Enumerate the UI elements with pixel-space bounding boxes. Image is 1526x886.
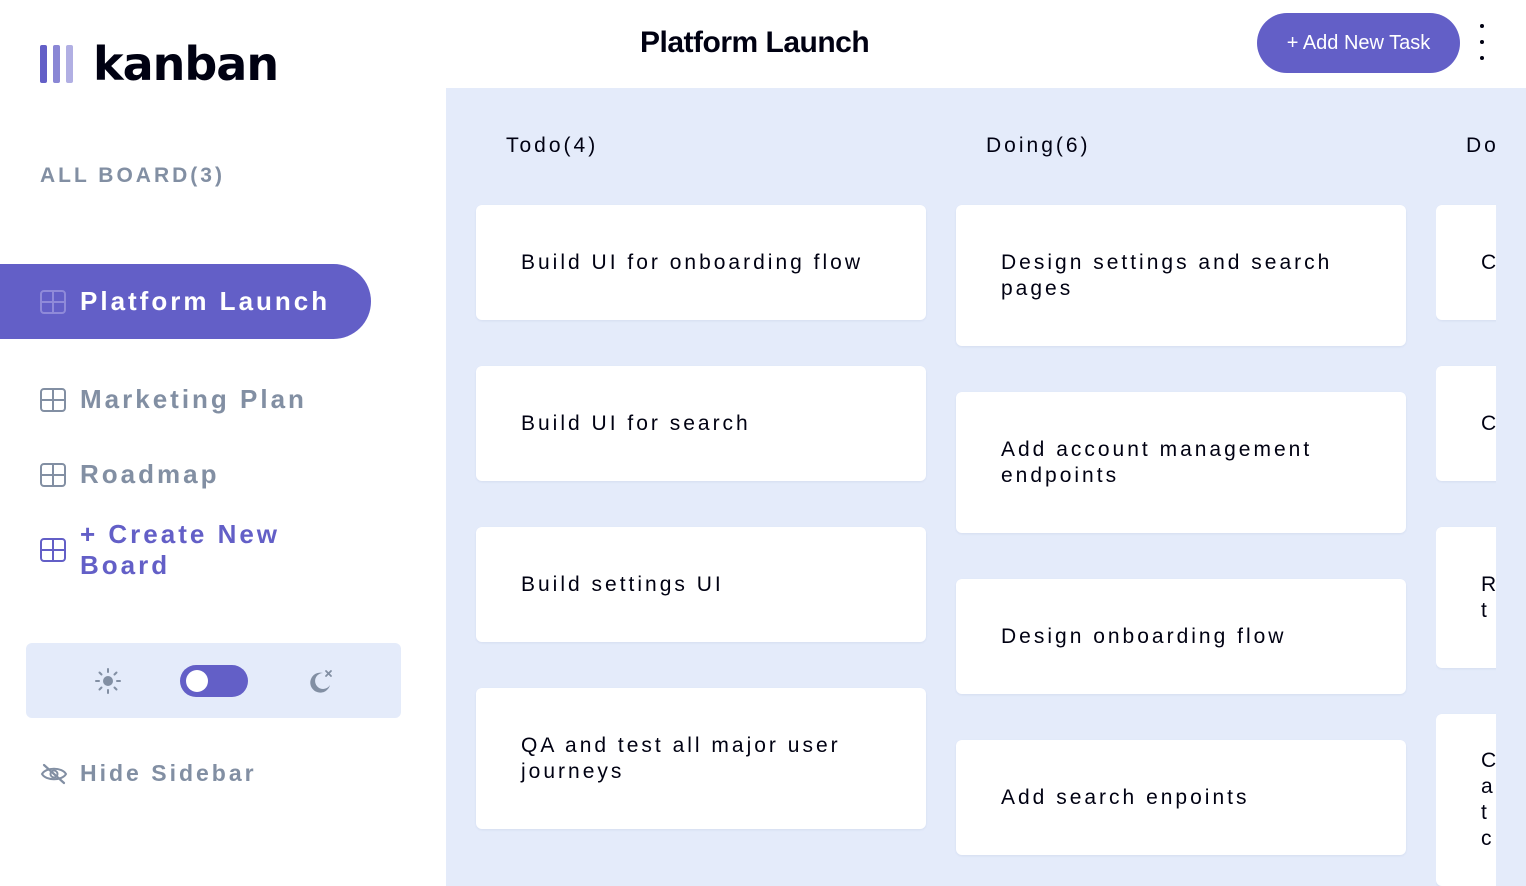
task-card[interactable]: Design settings and search pages bbox=[956, 205, 1406, 346]
board-icon bbox=[40, 537, 66, 562]
sidebar: kanban ALL BOARD(3) Platform Launch Mark… bbox=[0, 0, 446, 886]
task-card[interactable]: Build UI for onboarding flow bbox=[476, 205, 926, 320]
task-title: Build UI for onboarding flow bbox=[521, 250, 863, 274]
sidebar-item-label: Marketing Plan bbox=[80, 384, 307, 414]
column-title: Doing(6) bbox=[986, 134, 1091, 157]
sun-icon bbox=[94, 667, 121, 694]
task-card[interactable]: QA and test all major user journeys bbox=[476, 688, 926, 829]
task-card[interactable]: C bbox=[1436, 366, 1496, 481]
task-title: Build settings UI bbox=[521, 572, 724, 596]
sidebar-item-platform-launch[interactable]: Platform Launch bbox=[0, 264, 371, 339]
task-card[interactable]: R t bbox=[1436, 527, 1496, 668]
task-card[interactable]: Add account management endpoints bbox=[956, 392, 1406, 533]
board-icon bbox=[40, 289, 66, 314]
task-card[interactable]: C bbox=[1436, 205, 1496, 320]
column-done-clip: Do C C R t C a t c bbox=[1436, 88, 1496, 886]
task-title: C bbox=[1481, 411, 1496, 435]
moon-icon bbox=[309, 669, 332, 693]
board-icon bbox=[40, 462, 66, 487]
column-title: Do bbox=[1466, 134, 1496, 157]
logo-text: kanban bbox=[93, 37, 279, 91]
add-new-task-button[interactable]: + Add New Task bbox=[1257, 13, 1460, 73]
task-card[interactable]: Add search enpoints bbox=[956, 740, 1406, 855]
theme-switch[interactable] bbox=[179, 664, 248, 697]
task-card[interactable]: Design onboarding flow bbox=[956, 579, 1406, 694]
task-title: Add account management endpoints bbox=[1001, 437, 1313, 487]
hide-sidebar-label: Hide Sidebar bbox=[80, 760, 257, 786]
sidebar-item-label: Roadmap bbox=[80, 459, 220, 489]
task-title: Design settings and search pages bbox=[1001, 250, 1333, 300]
task-title: C bbox=[1481, 250, 1496, 274]
task-card[interactable]: Build settings UI bbox=[476, 527, 926, 642]
create-new-board-button[interactable]: + Create New Board bbox=[0, 512, 371, 587]
board-icon bbox=[40, 387, 66, 412]
create-new-board-label: + Create New Board bbox=[80, 518, 281, 580]
more-options-icon[interactable] bbox=[1472, 24, 1492, 60]
logo: kanban bbox=[40, 37, 279, 91]
sidebar-item-label: Platform Launch bbox=[80, 286, 331, 316]
eye-slash-icon bbox=[40, 763, 68, 784]
task-title: Design onboarding flow bbox=[1001, 624, 1287, 648]
top-header: Platform Launch + Add New Task bbox=[446, 0, 1526, 88]
logo-icon bbox=[40, 45, 73, 83]
sidebar-item-marketing-plan[interactable]: Marketing Plan bbox=[0, 362, 371, 437]
task-card[interactable]: Build UI for search bbox=[476, 366, 926, 481]
all-boards-heading: ALL BOARD(3) bbox=[40, 164, 225, 187]
task-card[interactable]: C a t c bbox=[1436, 714, 1496, 886]
sidebar-item-roadmap[interactable]: Roadmap bbox=[0, 437, 371, 512]
board-canvas: Todo(4) Build UI for onboarding flow Bui… bbox=[446, 88, 1526, 886]
page-title: Platform Launch bbox=[640, 26, 870, 59]
task-title: C a t c bbox=[1481, 749, 1496, 850]
task-title: R t bbox=[1481, 572, 1496, 622]
column-title: Todo(4) bbox=[506, 134, 599, 157]
theme-toggle-panel bbox=[26, 643, 401, 718]
task-title: QA and test all major user journeys bbox=[521, 733, 841, 783]
theme-switch-knob bbox=[185, 669, 208, 692]
task-title: Add search enpoints bbox=[1001, 785, 1250, 809]
hide-sidebar-button[interactable]: Hide Sidebar bbox=[40, 760, 257, 787]
task-title: Build UI for search bbox=[521, 411, 751, 435]
